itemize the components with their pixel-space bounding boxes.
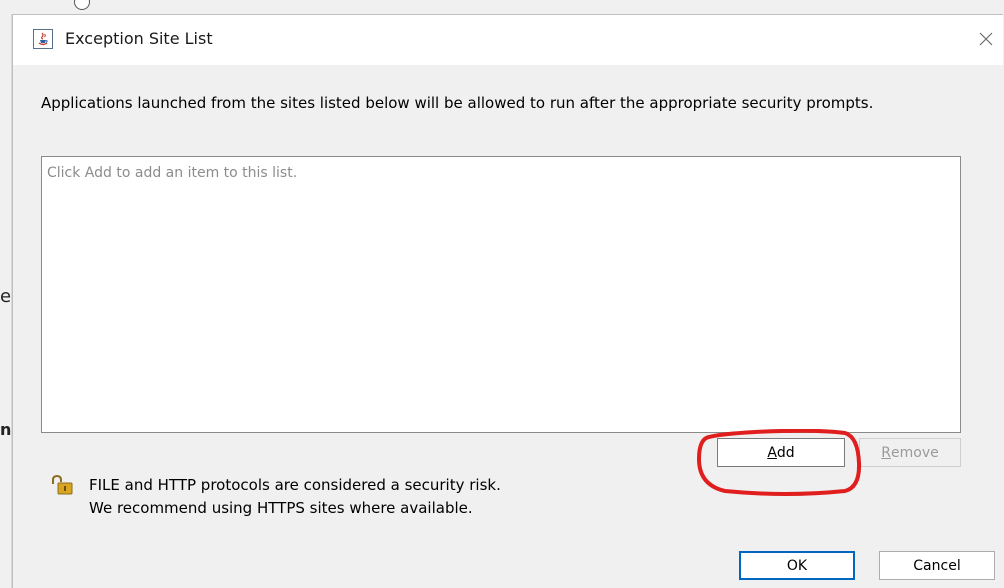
background-radio-button <box>74 0 90 10</box>
add-mnemonic: A <box>767 444 777 461</box>
close-button[interactable] <box>971 23 1001 55</box>
cancel-button[interactable]: Cancel <box>879 551 995 580</box>
title-bar: Exception Site List <box>13 15 1003 65</box>
dialog-title: Exception Site List <box>65 29 213 48</box>
remove-button[interactable]: Remove <box>859 438 961 467</box>
ok-button[interactable]: OK <box>739 551 855 580</box>
add-button[interactable]: Add <box>717 438 845 467</box>
background-partial-text: n <box>0 420 12 439</box>
java-cup-icon <box>33 29 53 49</box>
site-list-placeholder: Click Add to add an item to this list. <box>47 165 298 181</box>
remove-mnemonic: R <box>881 444 891 461</box>
site-list[interactable]: Click Add to add an item to this list. <box>41 156 961 433</box>
lock-open-icon <box>52 475 73 495</box>
exception-site-list-dialog: Exception Site List Applications launche… <box>12 14 1003 588</box>
dialog-description: Applications launched from the sites lis… <box>41 94 874 112</box>
warning-line-2: We recommend using HTTPS sites where ava… <box>89 499 473 517</box>
add-label-rest: dd <box>776 444 795 461</box>
warning-line-1: FILE and HTTP protocols are considered a… <box>89 476 501 494</box>
remove-label-rest: emove <box>891 444 939 461</box>
close-icon <box>979 32 993 46</box>
